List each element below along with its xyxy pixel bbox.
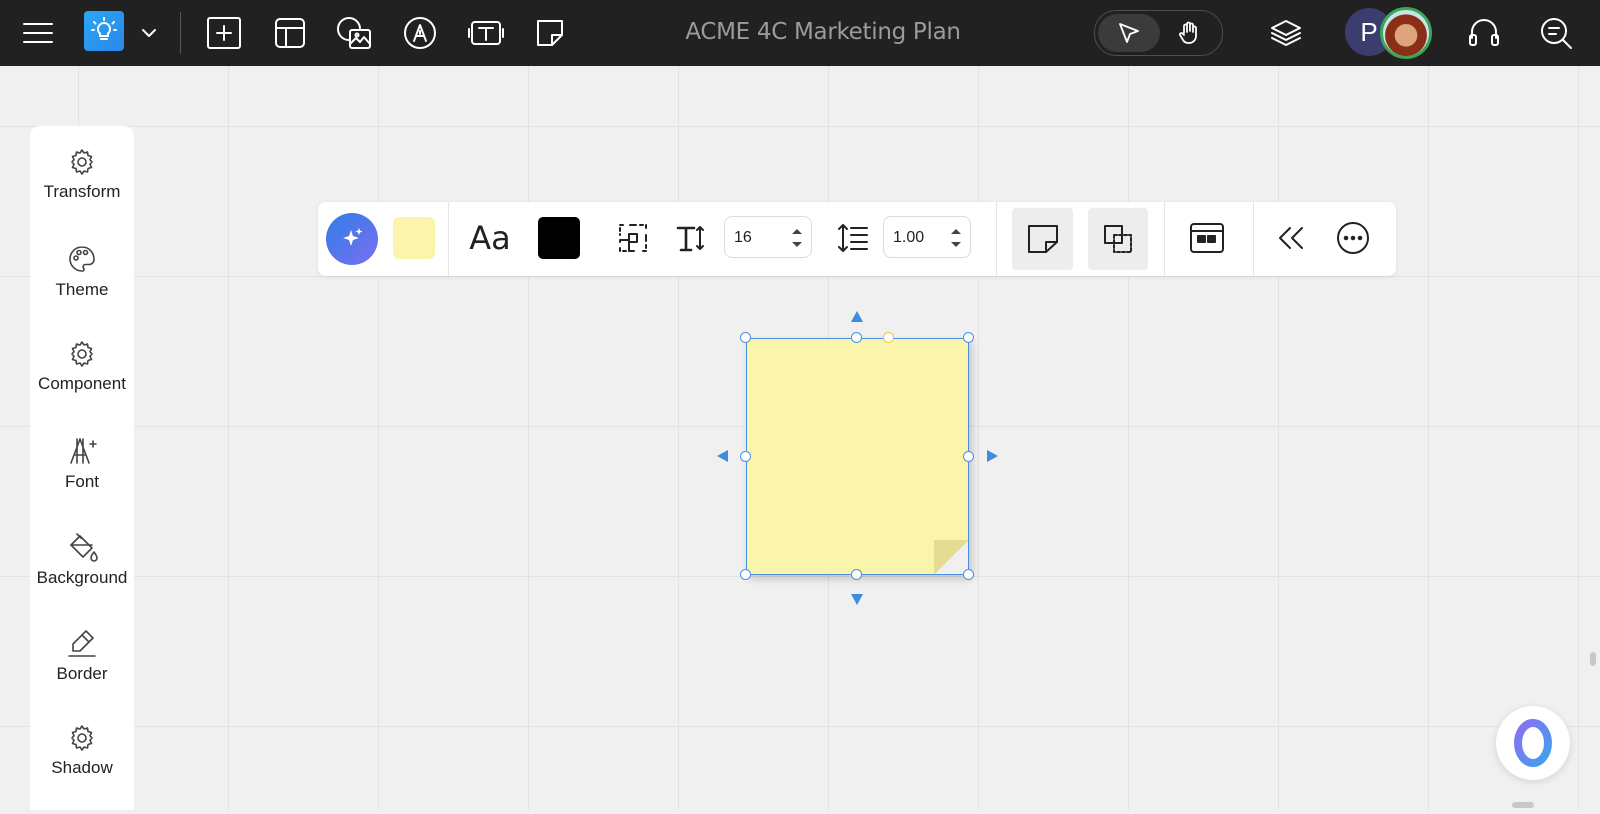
sidebar-item-shadow[interactable]: Shadow [30, 724, 134, 814]
resize-handle-right[interactable] [963, 451, 974, 462]
document-title[interactable]: ACME 4C Marketing Plan [660, 0, 986, 66]
top-bar: ACME 4C Marketing Plan P [0, 0, 1600, 66]
resize-handle-top-right[interactable] [963, 332, 974, 343]
vertical-scrollbar[interactable] [1590, 652, 1596, 666]
resize-handle-bottom-right[interactable] [963, 569, 974, 580]
assistant-button[interactable] [1496, 706, 1570, 780]
font-size-stepper[interactable] [724, 216, 812, 258]
resize-handle-bottom-left[interactable] [740, 569, 751, 580]
properties-panel: Transform Theme Component Font Backgroun… [30, 126, 134, 810]
headset-icon[interactable] [1464, 0, 1504, 66]
line-height-input[interactable] [891, 225, 947, 251]
sidebar-item-label: Component [38, 374, 126, 393]
sidebar-item-label: Shadow [51, 758, 113, 777]
fill-color-swatch[interactable] [393, 217, 435, 259]
font-icon [70, 438, 97, 464]
user-avatar-photo[interactable] [1380, 7, 1432, 59]
stepper-arrows-icon[interactable] [950, 226, 962, 250]
avatar-initial: P [1360, 16, 1378, 47]
arrange-icon[interactable] [1088, 208, 1148, 270]
sidebar-item-background[interactable]: Background [30, 532, 134, 622]
pen-border-icon [68, 630, 96, 657]
resize-handle-top-left[interactable] [740, 332, 751, 343]
autofit-icon[interactable] [612, 217, 654, 259]
font-size-input[interactable] [732, 225, 788, 251]
sidebar-item-label: Theme [55, 280, 109, 299]
text-size-icon[interactable] [670, 217, 712, 259]
gear-icon [71, 149, 93, 175]
rotate-handle[interactable] [883, 332, 894, 343]
sidebar-item-border[interactable]: Border [30, 628, 134, 718]
add-connector-up-arrow[interactable] [851, 311, 863, 322]
paint-bucket-icon [70, 533, 98, 562]
add-connector-down-arrow[interactable] [851, 594, 863, 605]
resize-handle-left[interactable] [740, 451, 751, 462]
toolbar-divider [180, 12, 181, 54]
select-tool-button[interactable] [1098, 14, 1160, 52]
assistant-logo-icon [1514, 719, 1552, 767]
add-connector-left-arrow[interactable] [717, 450, 728, 462]
toolbar-divider [448, 202, 449, 276]
pan-tool-button[interactable] [1158, 14, 1220, 52]
toolbar-divider [1164, 202, 1165, 276]
font-family-button[interactable]: Aa [462, 217, 518, 259]
mode-switcher [1094, 10, 1223, 56]
collapse-icon[interactable] [1270, 217, 1312, 259]
resize-handle-top[interactable] [851, 332, 862, 343]
gear-icon [71, 341, 93, 367]
chevron-down-icon[interactable] [136, 0, 162, 66]
sidebar-item-transform[interactable]: Transform [30, 148, 134, 238]
more-options-icon[interactable] [1332, 217, 1374, 259]
sidebar-item-label: Border [56, 664, 108, 683]
horizontal-scrollbar[interactable] [1512, 802, 1534, 808]
palette-icon [69, 246, 95, 272]
sticky-note-icon[interactable] [530, 0, 570, 66]
sidebar-item-label: Transform [43, 182, 121, 201]
resize-handle-bottom[interactable] [851, 569, 862, 580]
add-connector-right-arrow[interactable] [987, 450, 998, 462]
line-height-stepper[interactable] [883, 216, 971, 258]
sidebar-item-font[interactable]: Font [30, 436, 134, 526]
layers-icon[interactable] [1266, 0, 1306, 66]
sidebar-item-theme[interactable]: Theme [30, 244, 134, 334]
search-comments-icon[interactable] [1536, 0, 1576, 66]
layout-icon[interactable] [270, 0, 310, 66]
lightbulb-icon[interactable] [84, 11, 124, 51]
sparkle-icon [343, 228, 363, 246]
toolbar-divider [1253, 202, 1254, 276]
image-icon[interactable] [334, 0, 374, 66]
pen-icon[interactable] [400, 0, 440, 66]
sidebar-item-component[interactable]: Component [30, 340, 134, 430]
selection-frame [746, 338, 969, 575]
gear-icon [71, 725, 93, 751]
ai-assist-button[interactable] [326, 213, 378, 265]
frame-layout-icon[interactable] [1186, 217, 1228, 259]
stepper-arrows-icon[interactable] [791, 226, 803, 250]
text-box-icon[interactable] [466, 0, 506, 66]
add-frame-icon[interactable] [204, 0, 244, 66]
sidebar-item-label: Font [64, 472, 100, 491]
sticky-note-style-button[interactable] [1012, 208, 1073, 270]
element-toolbar: Aa [318, 202, 1396, 276]
toolbar-divider [996, 202, 997, 276]
line-height-icon[interactable] [832, 217, 874, 259]
text-color-swatch[interactable] [538, 217, 580, 259]
sidebar-item-label: Background [36, 568, 128, 587]
menu-icon[interactable] [18, 0, 58, 66]
